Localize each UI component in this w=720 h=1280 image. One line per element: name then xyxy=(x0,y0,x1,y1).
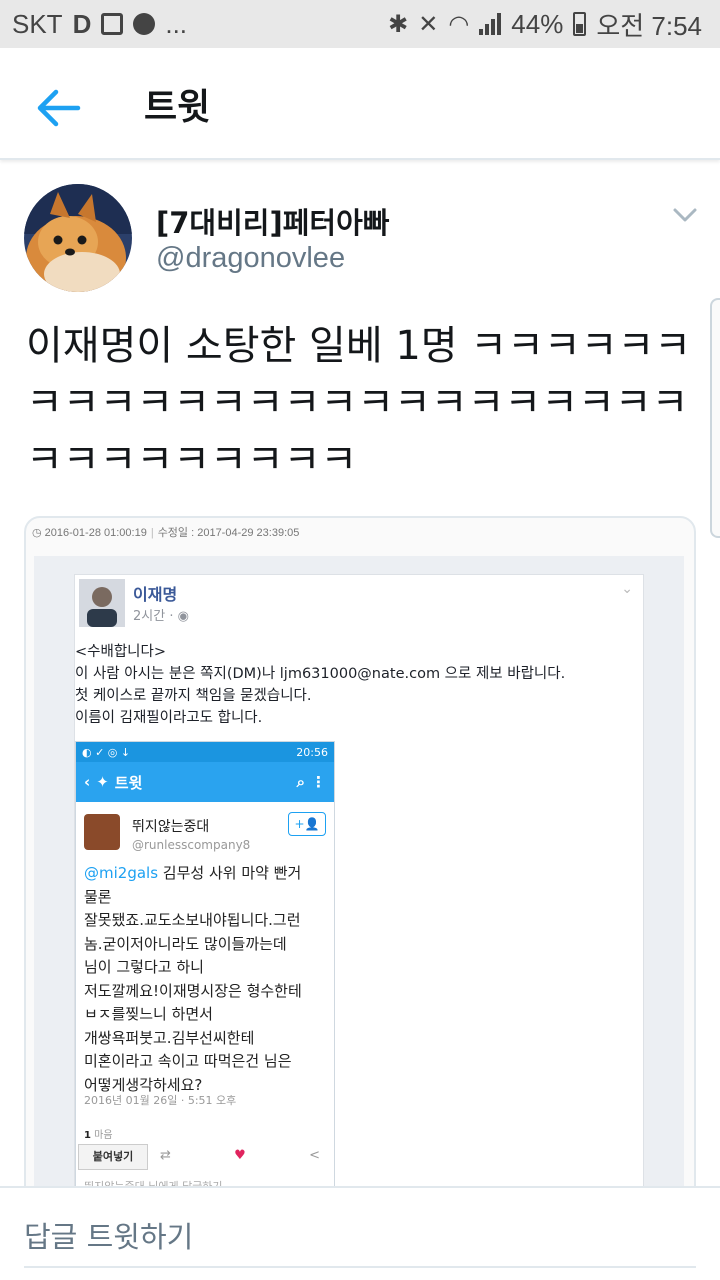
shot-likes: 1 마음 xyxy=(84,1130,113,1141)
chevron-down-icon xyxy=(673,208,697,222)
fb-post-time: 2시간 · ◉ xyxy=(133,609,189,624)
fb-chevron-down-icon: ⌄ xyxy=(621,581,633,597)
facebook-post: 이재명 2시간 · ◉ ⌄ <수배합니다> 이 사람 아시는 분은 쪽지(DM)… xyxy=(74,574,645,1214)
globe-icon: ◉ xyxy=(177,609,189,624)
image-icon xyxy=(101,13,124,35)
fb-line: <수배합니다> xyxy=(75,644,166,660)
meta-date: 2016-01-28 01:00:19 xyxy=(44,527,147,539)
shot-avatar xyxy=(84,814,120,850)
shot-user-name: 뛰지않는중대 xyxy=(132,819,210,835)
shot-follow-icon: +👤 xyxy=(288,812,326,836)
shot-status-time: 20:56 xyxy=(296,745,328,759)
clock-icon: ◷ xyxy=(32,527,42,539)
shot-retweet-icon: ⇄ xyxy=(160,1148,171,1163)
avatar[interactable] xyxy=(24,184,132,292)
embedded-screenshot: ◐ ✓ ◎ ↓ 20:56 ‹ ✦ 트윗 ⌕ ⋮ 뛰지않는중대 @runless… xyxy=(75,741,335,1214)
app-bar: 트윗 xyxy=(0,48,720,160)
status-bar: SKT D ... ✱ ✕ ◠ 44% 오전 7:54 xyxy=(0,0,720,48)
meta-modified: 수정일 : 2017-04-29 23:39:05 xyxy=(157,527,300,539)
status-right: ✱ ✕ ◠ 44% 오전 7:54 xyxy=(388,6,702,43)
clock: 오전 7:54 xyxy=(596,10,702,41)
user-handle[interactable]: @dragonovlee xyxy=(156,242,345,275)
vibrate-icon: ✕ xyxy=(418,10,439,38)
shot-embed-label: 붙여넣기 xyxy=(78,1144,148,1170)
shot-user-handle: @runlesscompany8 xyxy=(132,838,251,852)
shot-bird-icon: ✦ xyxy=(96,773,109,791)
shot-status-icons: ◐ ✓ ◎ ↓ xyxy=(82,745,131,759)
shot-status-bar: ◐ ✓ ◎ ↓ 20:56 xyxy=(76,742,334,762)
tweet-menu-button[interactable] xyxy=(668,198,702,232)
fb-line: 첫 케이스로 끝까지 책임을 묻겠습니다. xyxy=(75,688,312,704)
page-title: 트윗 xyxy=(144,87,211,128)
battery-icon xyxy=(573,12,587,36)
shot-date: 2016년 01월 26일 · 5:51 오후 xyxy=(84,1094,237,1107)
signal-icon xyxy=(479,13,502,35)
reply-underline xyxy=(24,1266,696,1268)
shot-title: 트윗 xyxy=(114,773,143,792)
chat-bubble-icon xyxy=(133,13,156,35)
battery-percent: 44% xyxy=(511,8,564,39)
display-name[interactable]: [7대비리]페터아빠 xyxy=(156,200,389,242)
tweet-text: 이재명이 소탕한 일베 1명 ㅋㅋㅋㅋㅋㅋㅋㅋㅋㅋㅋㅋㅋㅋㅋㅋㅋㅋㅋㅋㅋㅋㅋㅋㅋ… xyxy=(26,323,692,483)
shot-actions: ⇄ ♥ < xyxy=(160,1148,320,1163)
shot-back-icon: ‹ xyxy=(84,773,91,791)
fb-line: 이름이 김재필이라고도 합니다. xyxy=(75,710,263,726)
wifi-icon: ◠ xyxy=(448,10,470,38)
carrier-label: SKT xyxy=(12,8,63,39)
fb-author-avatar xyxy=(79,579,125,627)
shot-mention: @mi2gals xyxy=(84,864,159,882)
reply-input[interactable]: 답글 트윗하기 xyxy=(24,1214,193,1256)
fb-author-name: 이재명 xyxy=(133,585,178,604)
shot-heart-icon: ♥ xyxy=(234,1148,246,1163)
back-button[interactable] xyxy=(28,78,88,138)
status-left: SKT D ... xyxy=(12,9,187,40)
back-arrow-icon xyxy=(37,89,81,127)
more-notifications: ... xyxy=(165,8,188,39)
bluetooth-icon: ✱ xyxy=(388,10,409,38)
scroll-handle[interactable] xyxy=(710,298,720,538)
shot-app-bar: ‹ ✦ 트윗 ⌕ ⋮ xyxy=(76,762,334,802)
shot-share-icon: < xyxy=(309,1148,320,1163)
shot-more-icon: ⋮ xyxy=(311,773,326,791)
tweet-media[interactable]: ◷ 2016-01-28 01:00:19 | 수정일 : 2017-04-29 2… xyxy=(24,516,696,1216)
fb-line: 이 사람 아시는 분은 쪽지(DM)나 ljm631000@nate.com 으… xyxy=(75,666,566,682)
dog-avatar-image xyxy=(24,184,132,292)
shot-tweet-text: @mi2gals 김무성 사위 마약 빤거 물론 잘못됐죠.교도소보내야됩니다.… xyxy=(84,864,302,1094)
shot-search-icon: ⌕ xyxy=(296,773,305,791)
fb-post-body: <수배합니다> 이 사람 아시는 분은 쪽지(DM)나 ljm631000@na… xyxy=(75,641,645,729)
media-meta: ◷ 2016-01-28 01:00:19 | 수정일 : 2017-04-29 2… xyxy=(32,527,300,539)
d-icon: D xyxy=(72,8,92,39)
